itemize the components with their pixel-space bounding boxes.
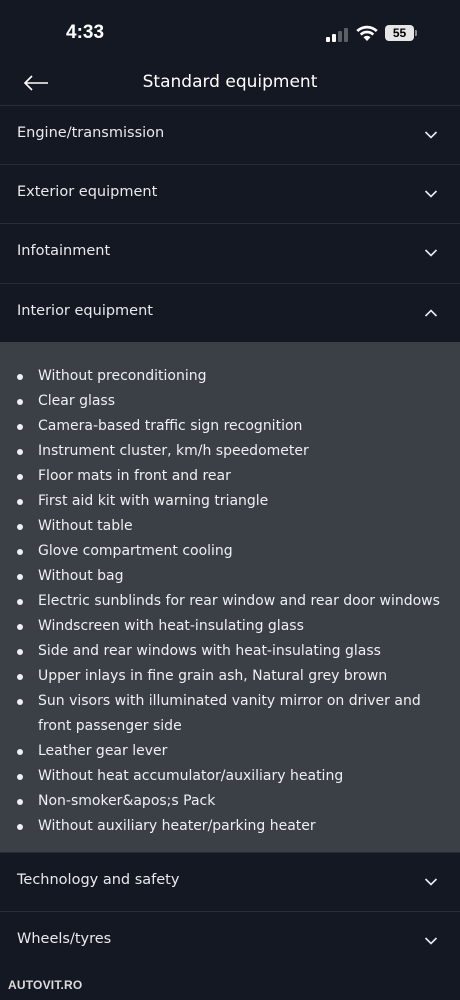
section-infotainment[interactable]: Infotainment [0, 223, 460, 282]
list-item: Upper inlays in fine grain ash, Natural … [0, 664, 460, 689]
list-item: First aid kit with warning triangle [0, 489, 460, 514]
list-item: Without table [0, 514, 460, 539]
list-item: Sun visors with illuminated vanity mirro… [0, 689, 460, 739]
list-item: Instrument cluster, km/h speedometer [0, 439, 460, 464]
list-item: Camera-based traffic sign recognition [0, 414, 460, 439]
chevron-down-icon [424, 937, 438, 945]
chevron-down-icon [424, 190, 438, 198]
list-item: Without preconditioning [0, 364, 460, 389]
section-label: Infotainment [17, 243, 111, 259]
section-exterior-equipment[interactable]: Exterior equipment [0, 164, 460, 223]
list-item: Non-smoker&apos;s Pack [0, 789, 460, 814]
section-technology-and-safety[interactable]: Technology and safety [0, 852, 460, 911]
list-item: Side and rear windows with heat-insulati… [0, 639, 460, 664]
chevron-down-icon [424, 249, 438, 257]
chevron-up-icon [424, 309, 438, 317]
section-interior-equipment[interactable]: Interior equipment [0, 283, 460, 342]
section-label: Interior equipment [17, 303, 153, 319]
signal-icon [326, 26, 350, 42]
interior-equipment-panel: Without preconditioning Clear glass Came… [0, 342, 460, 852]
list-item: Windscreen with heat-insulating glass [0, 614, 460, 639]
interior-equipment-list: Without preconditioning Clear glass Came… [0, 364, 460, 839]
list-item: Floor mats in front and rear [0, 464, 460, 489]
list-item: Glove compartment cooling [0, 539, 460, 564]
page-title: Standard equipment [142, 72, 318, 92]
list-item: Without auxiliary heater/parking heater [0, 814, 460, 839]
section-label: Engine/transmission [17, 125, 165, 141]
section-label: Exterior equipment [17, 184, 158, 200]
list-item: Without heat accumulator/auxiliary heati… [0, 764, 460, 789]
watermark: AUTOVIT.RO [8, 978, 83, 992]
list-item: Clear glass [0, 389, 460, 414]
list-item: Leather gear lever [0, 739, 460, 764]
section-label: Wheels/tyres [17, 931, 112, 947]
battery-cap [415, 30, 417, 36]
section-engine-transmission[interactable]: Engine/transmission [0, 105, 460, 164]
battery-indicator: 55 [385, 25, 414, 41]
list-item: Without bag [0, 564, 460, 589]
list-item: Electric sunblinds for rear window and r… [0, 589, 460, 614]
chevron-down-icon [424, 131, 438, 139]
wifi-icon [356, 25, 378, 41]
section-wheels-tyres[interactable]: Wheels/tyres [0, 911, 460, 970]
header: Standard equipment [0, 62, 460, 106]
chevron-down-icon [424, 878, 438, 886]
status-time: 4:33 [66, 22, 105, 43]
section-label: Technology and safety [17, 872, 180, 888]
status-bar: 4:33 55 [0, 0, 460, 62]
